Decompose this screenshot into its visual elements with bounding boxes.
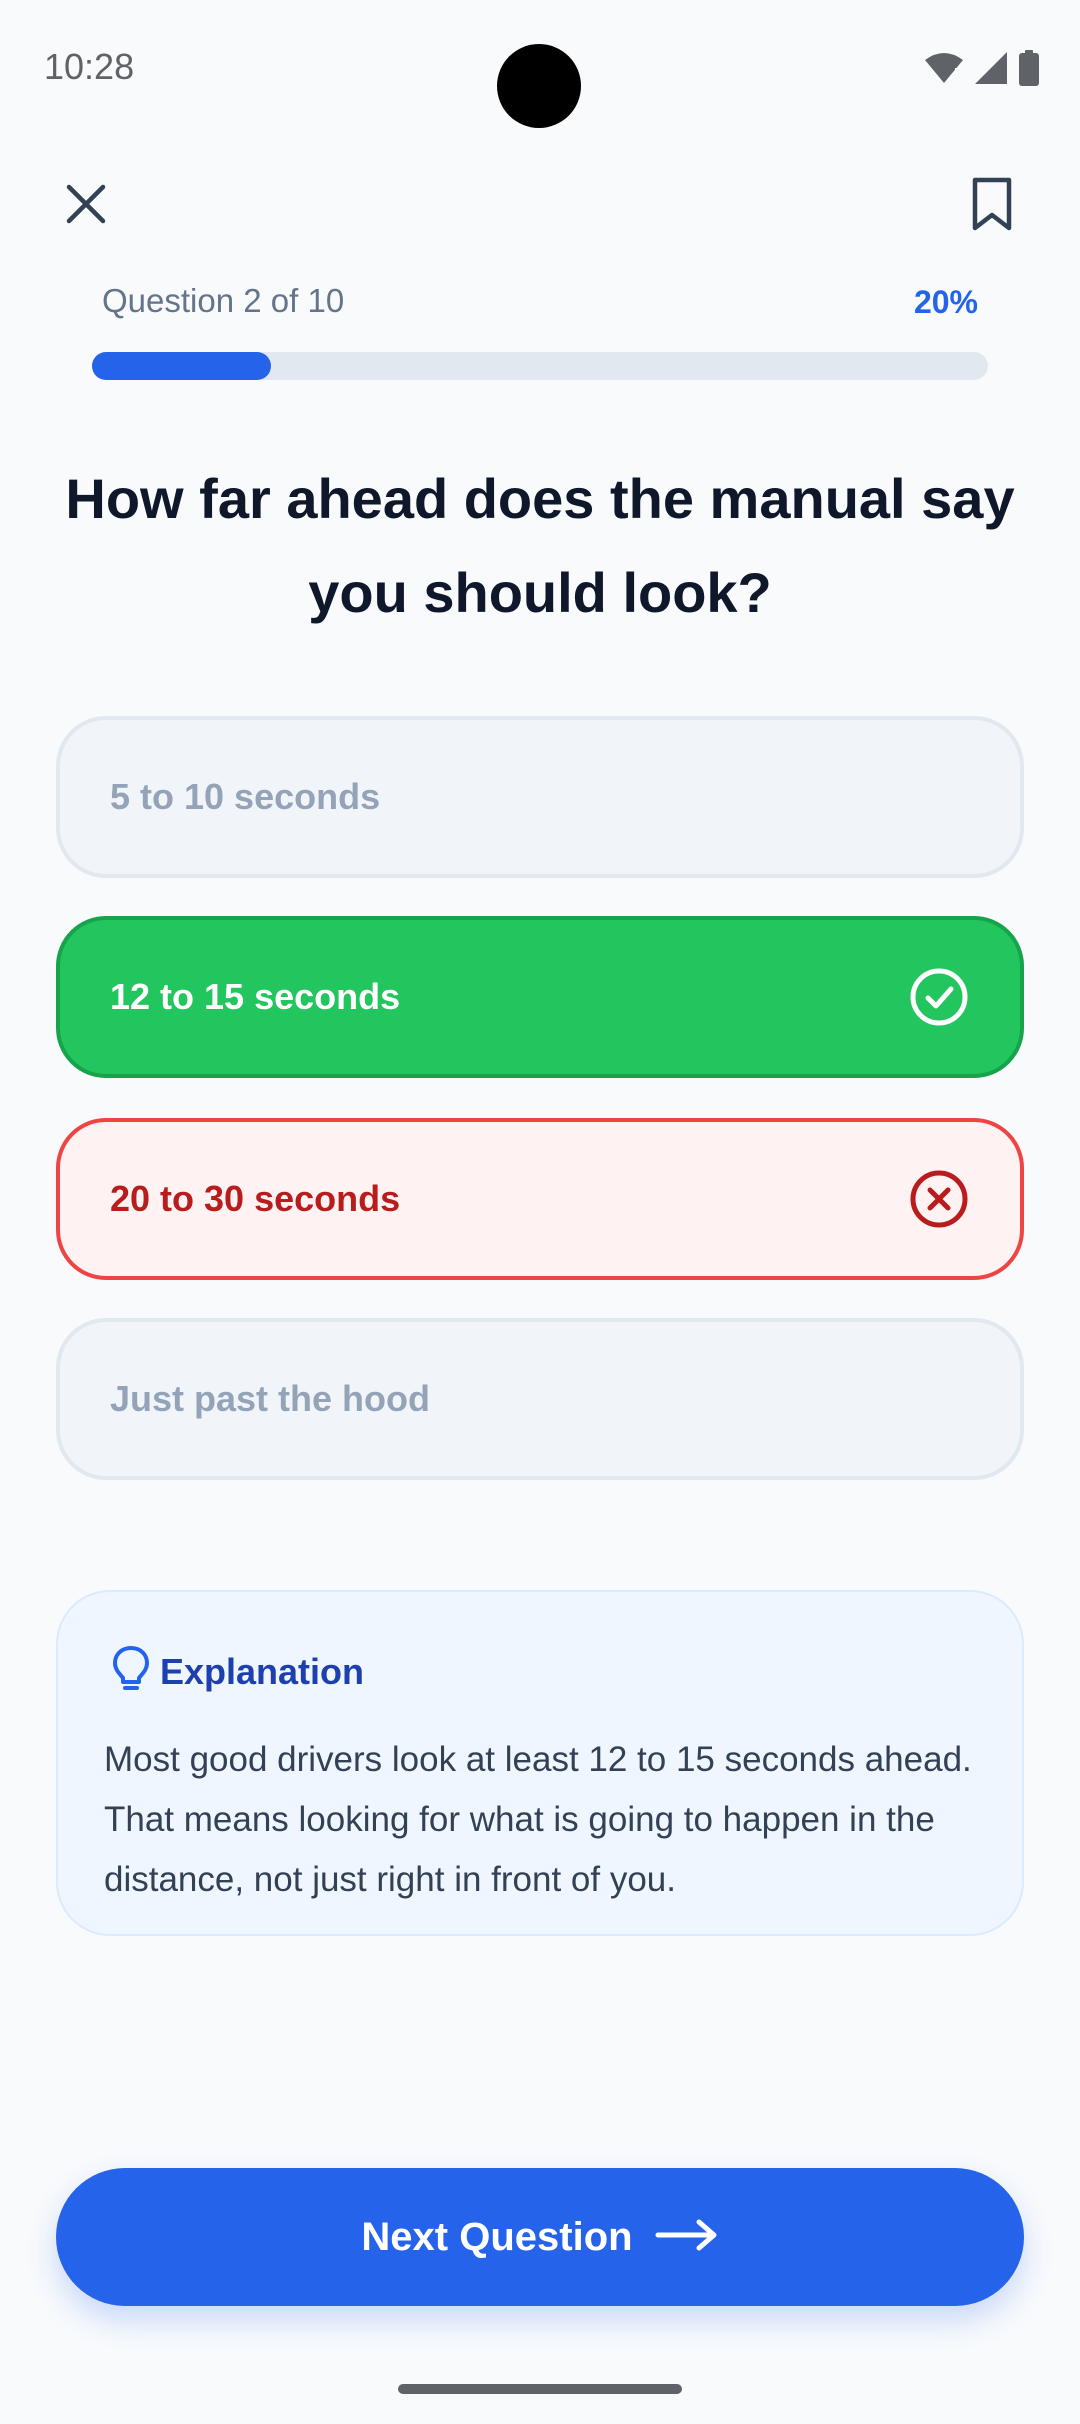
answer-option-3[interactable]: 20 to 30 seconds: [56, 1118, 1024, 1280]
explanation-body: Most good drivers look at least 12 to 15…: [104, 1740, 972, 1899]
check-circle-icon: [908, 966, 970, 1028]
answer-option-4[interactable]: Just past the hood: [56, 1318, 1024, 1480]
progress-bar: [92, 352, 988, 380]
arrow-right-icon: [655, 2217, 719, 2258]
progress-fill: [92, 352, 272, 380]
signal-icon: [974, 51, 1008, 90]
close-button[interactable]: [52, 172, 120, 240]
next-question-button[interactable]: Next Question: [56, 2168, 1024, 2306]
close-icon: [64, 182, 108, 231]
answer-option-2[interactable]: 12 to 15 seconds: [56, 916, 1024, 1078]
bookmark-icon: [970, 176, 1014, 237]
progress-percent: 20%: [913, 284, 978, 320]
status-icons: [924, 50, 1040, 91]
status-time: 10:28: [44, 46, 135, 87]
camera-cutout: [497, 44, 581, 128]
answer-option-label: 5 to 10 seconds: [110, 776, 381, 817]
answer-option-label: Just past the hood: [110, 1378, 431, 1419]
next-question-label: Next Question: [361, 2214, 633, 2259]
x-circle-icon: [908, 1168, 970, 1230]
explanation-card: Explanation Most good drivers look at le…: [56, 1590, 1024, 1936]
status-bar: 10:28: [0, 0, 1080, 140]
explanation-header: Explanation: [110, 1644, 364, 1699]
lightbulb-icon: [110, 1644, 152, 1699]
answer-option-label: 20 to 30 seconds: [110, 1178, 401, 1219]
wifi-icon: [924, 51, 964, 90]
bookmark-button[interactable]: [958, 172, 1026, 240]
answer-option-label: 12 to 15 seconds: [110, 976, 401, 1017]
home-indicator[interactable]: [398, 2384, 682, 2394]
quiz-screen: 10:28 Question 2 of 10 20% How far ahead…: [0, 0, 1080, 2424]
battery-icon: [1018, 50, 1040, 91]
explanation-title: Explanation: [160, 1650, 365, 1692]
progress-label: Question 2 of 10: [102, 282, 345, 319]
answer-option-1[interactable]: 5 to 10 seconds: [56, 716, 1024, 878]
question-text: How far ahead does the manual say you sh…: [65, 467, 1015, 624]
